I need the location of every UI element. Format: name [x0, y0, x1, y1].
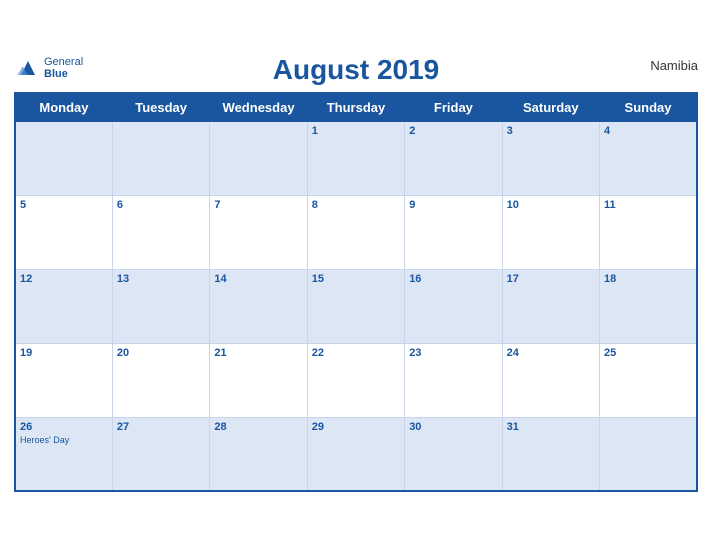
day-number: 17 — [507, 273, 595, 285]
calendar-cell: 18 — [600, 269, 697, 343]
day-number: 8 — [312, 199, 400, 211]
calendar-cell — [15, 121, 112, 195]
day-number: 20 — [117, 347, 205, 359]
calendar-wrapper: General Blue August 2019 Namibia Monday … — [0, 44, 712, 507]
calendar-cell: 8 — [307, 195, 404, 269]
calendar-title: August 2019 — [273, 54, 440, 86]
day-number: 26 — [20, 421, 108, 433]
day-number: 28 — [214, 421, 302, 433]
calendar-cell: 7 — [210, 195, 307, 269]
day-number: 9 — [409, 199, 497, 211]
calendar-cell: 31 — [502, 417, 599, 491]
calendar-cell: 29 — [307, 417, 404, 491]
weekday-wednesday: Wednesday — [210, 93, 307, 122]
calendar-cell: 21 — [210, 343, 307, 417]
day-number: 18 — [604, 273, 692, 285]
calendar-row: 26 Heroes' Day 27 28 29 30 31 — [15, 417, 697, 491]
day-number: 6 — [117, 199, 205, 211]
day-number: 23 — [409, 347, 497, 359]
calendar-row: 56789 10 11 — [15, 195, 697, 269]
day-number: 14 — [214, 273, 302, 285]
calendar-cell — [600, 417, 697, 491]
weekday-friday: Friday — [405, 93, 502, 122]
day-number: 7 — [214, 199, 302, 211]
calendar-cell: 4 — [600, 121, 697, 195]
calendar-cell — [112, 121, 209, 195]
calendar-cell: 3 — [502, 121, 599, 195]
calendar-cell: 9 — [405, 195, 502, 269]
calendar-cell: 15 — [307, 269, 404, 343]
calendar-row: 19 20 21 22 23 24 25 — [15, 343, 697, 417]
calendar-row: 1234 — [15, 121, 697, 195]
day-number: 29 — [312, 421, 400, 433]
calendar-cell: 26 Heroes' Day — [15, 417, 112, 491]
calendar-cell: 11 — [600, 195, 697, 269]
day-number: 25 — [604, 347, 692, 359]
calendar-cell: 23 — [405, 343, 502, 417]
brand: General Blue — [14, 54, 83, 82]
day-number: 1 — [312, 125, 400, 137]
day-number: 22 — [312, 347, 400, 359]
day-number: 12 — [20, 273, 108, 285]
day-number: 11 — [604, 199, 692, 211]
calendar-cell: 12 — [15, 269, 112, 343]
calendar-cell: 2 — [405, 121, 502, 195]
weekday-tuesday: Tuesday — [112, 93, 209, 122]
calendar-cell: 13 — [112, 269, 209, 343]
day-number: 15 — [312, 273, 400, 285]
calendar-cell: 22 — [307, 343, 404, 417]
calendar-cell: 5 — [15, 195, 112, 269]
weekday-thursday: Thursday — [307, 93, 404, 122]
day-number: 24 — [507, 347, 595, 359]
weekday-saturday: Saturday — [502, 93, 599, 122]
weekday-sunday: Sunday — [600, 93, 697, 122]
calendar-cell: 24 — [502, 343, 599, 417]
calendar-cell: 17 — [502, 269, 599, 343]
brand-logo-icon — [14, 54, 42, 82]
day-number: 10 — [507, 199, 595, 211]
calendar-header: General Blue August 2019 Namibia — [14, 54, 698, 86]
day-number: 16 — [409, 273, 497, 285]
day-number: 21 — [214, 347, 302, 359]
day-number: 31 — [507, 421, 595, 433]
day-number: 5 — [20, 199, 108, 211]
calendar-grid: Monday Tuesday Wednesday Thursday Friday… — [14, 92, 698, 493]
day-number: 3 — [507, 125, 595, 137]
weekday-monday: Monday — [15, 93, 112, 122]
calendar-cell: 1 — [307, 121, 404, 195]
calendar-cell: 28 — [210, 417, 307, 491]
brand-text: General Blue — [44, 56, 83, 80]
calendar-cell: 6 — [112, 195, 209, 269]
calendar-cell: 19 — [15, 343, 112, 417]
day-number: 19 — [20, 347, 108, 359]
day-number: 4 — [604, 125, 692, 137]
calendar-cell: 27 — [112, 417, 209, 491]
calendar-cell — [210, 121, 307, 195]
day-number: 27 — [117, 421, 205, 433]
calendar-cell: 20 — [112, 343, 209, 417]
day-number: 2 — [409, 125, 497, 137]
holiday-label: Heroes' Day — [20, 435, 108, 445]
calendar-row: 12 13 14 15 16 17 18 — [15, 269, 697, 343]
weekday-header-row: Monday Tuesday Wednesday Thursday Friday… — [15, 93, 697, 122]
calendar-cell: 10 — [502, 195, 599, 269]
calendar-cell: 25 — [600, 343, 697, 417]
calendar-cell: 14 — [210, 269, 307, 343]
day-number: 13 — [117, 273, 205, 285]
calendar-cell: 30 — [405, 417, 502, 491]
country-label: Namibia — [650, 58, 698, 73]
calendar-cell: 16 — [405, 269, 502, 343]
day-number: 30 — [409, 421, 497, 433]
